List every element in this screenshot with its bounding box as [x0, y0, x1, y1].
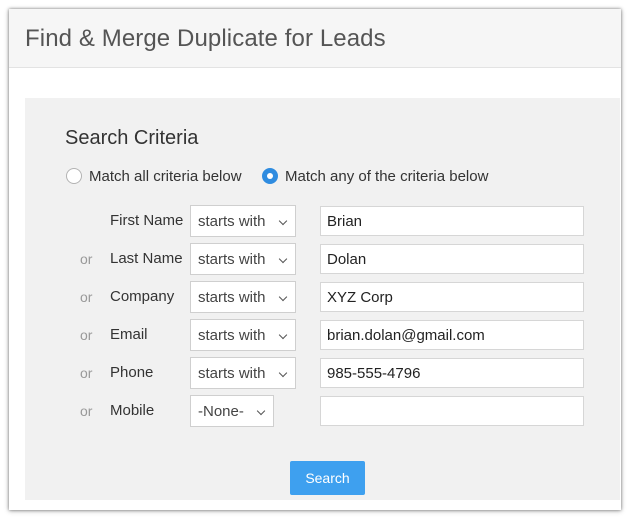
search-criteria-panel: Search Criteria Match all criteria below…	[25, 98, 620, 500]
match-all-option[interactable]: Match all criteria below	[66, 166, 242, 186]
last-name-operator-select[interactable]: starts with	[190, 243, 296, 275]
criteria-row-mobile: or Mobile -None-	[25, 395, 620, 427]
company-label: Company	[110, 288, 175, 305]
section-title: Search Criteria	[65, 127, 199, 149]
last-name-input[interactable]	[320, 244, 584, 274]
or-connector: or	[80, 251, 93, 267]
or-connector: or	[80, 365, 93, 381]
or-connector: or	[80, 403, 93, 419]
company-input[interactable]	[320, 282, 584, 312]
email-operator-value: starts with	[198, 326, 266, 344]
first-name-label: First Name	[110, 212, 184, 229]
chevron-down-icon	[278, 292, 288, 302]
or-connector: or	[80, 289, 93, 305]
match-all-label: Match all criteria below	[89, 167, 242, 185]
first-name-input[interactable]	[320, 206, 584, 236]
match-any-radio[interactable]	[262, 168, 278, 184]
criteria-row-email: or Email starts with	[25, 319, 620, 351]
phone-operator-value: starts with	[198, 364, 266, 382]
email-label: Email	[110, 326, 148, 343]
match-all-radio[interactable]	[66, 168, 82, 184]
mobile-label: Mobile	[110, 402, 155, 419]
chevron-down-icon	[278, 254, 288, 264]
radio-selected-dot	[267, 173, 273, 179]
mobile-operator-select[interactable]: -None-	[190, 395, 274, 427]
match-any-option[interactable]: Match any of the criteria below	[262, 166, 488, 186]
criteria-row-company: or Company starts with	[25, 281, 620, 313]
phone-input[interactable]	[320, 358, 584, 388]
chevron-down-icon	[278, 330, 288, 340]
phone-label: Phone	[110, 364, 154, 381]
company-operator-value: starts with	[198, 288, 266, 306]
chevron-down-icon	[256, 406, 266, 416]
page-title: Find & Merge Duplicate for Leads	[25, 25, 386, 52]
last-name-label: Last Name	[110, 250, 183, 267]
match-any-label: Match any of the criteria below	[285, 167, 489, 185]
or-connector: or	[80, 327, 93, 343]
criteria-row-last-name: or Last Name starts with	[25, 243, 620, 275]
first-name-operator-value: starts with	[198, 212, 266, 230]
chevron-down-icon	[278, 216, 288, 226]
dialog-header: Find & Merge Duplicate for Leads	[9, 9, 621, 68]
email-input[interactable]	[320, 320, 584, 350]
mobile-input[interactable]	[320, 396, 584, 426]
phone-operator-select[interactable]: starts with	[190, 357, 296, 389]
search-button[interactable]: Search	[290, 461, 365, 495]
criteria-row-first-name: First Name starts with	[25, 205, 620, 237]
last-name-operator-value: starts with	[198, 250, 266, 268]
company-operator-select[interactable]: starts with	[190, 281, 296, 313]
criteria-row-phone: or Phone starts with	[25, 357, 620, 389]
mobile-operator-value: -None-	[198, 402, 244, 420]
first-name-operator-select[interactable]: starts with	[190, 205, 296, 237]
email-operator-select[interactable]: starts with	[190, 319, 296, 351]
merge-dialog: Find & Merge Duplicate for Leads Search …	[9, 9, 621, 510]
chevron-down-icon	[278, 368, 288, 378]
